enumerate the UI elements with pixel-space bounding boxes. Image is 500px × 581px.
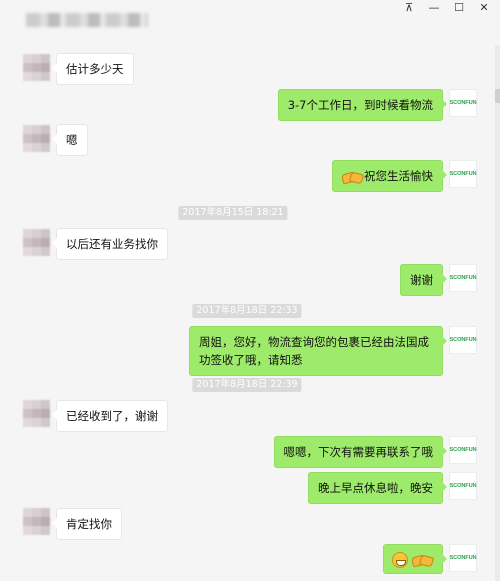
avatar-label: SCONFUN <box>449 483 477 489</box>
handshake-emoji-icon <box>342 171 362 183</box>
self-avatar[interactable]: SCONFUN <box>449 436 477 464</box>
self-avatar[interactable]: SCONFUN <box>449 160 477 188</box>
contact-avatar[interactable] <box>23 400 50 427</box>
message-text: 谢谢 <box>410 273 433 287</box>
timestamp: 2017年8月18日 22:39 <box>192 378 302 392</box>
message-text: 周姐，您好，物流查询您的包裹已经由法国成功签收了哦，请知悉 <box>199 335 429 367</box>
maximize-icon[interactable]: ☐ <box>446 0 472 16</box>
contact-avatar[interactable] <box>23 125 50 152</box>
handshake-emoji-icon <box>412 554 432 566</box>
message-text: 以后还有业务找你 <box>66 237 158 251</box>
message-text: 肯定找你 <box>66 517 112 531</box>
self-avatar[interactable]: SCONFUN <box>449 544 477 572</box>
avatar-label: SCONFUN <box>449 275 477 281</box>
avatar-label: SCONFUN <box>449 171 477 177</box>
message-text: 嗯嗯，下次有需要再联系了哦 <box>283 445 434 459</box>
self-avatar[interactable]: SCONFUN <box>449 89 477 117</box>
minimize-icon[interactable]: — <box>421 0 447 16</box>
message-outgoing[interactable]: 祝您生活愉快 <box>332 160 447 192</box>
message-text: 已经收到了，谢谢 <box>66 409 158 423</box>
message-outgoing[interactable] <box>383 544 447 574</box>
contact-avatar[interactable] <box>23 54 50 81</box>
message-incoming[interactable]: 肯定找你 <box>52 508 122 540</box>
message-text: 估计多少天 <box>66 62 124 76</box>
message-outgoing[interactable]: 周姐，您好，物流查询您的包裹已经由法国成功签收了哦，请知悉 <box>189 326 447 376</box>
scrollbar[interactable] <box>495 45 500 581</box>
self-avatar[interactable]: SCONFUN <box>449 326 477 354</box>
contact-avatar[interactable] <box>23 229 50 256</box>
title-bar: ⊼ — ☐ ✕ <box>0 0 500 45</box>
timestamp: 2017年8月18日 22:33 <box>192 304 302 318</box>
message-outgoing[interactable]: 谢谢 <box>400 264 447 296</box>
message-incoming[interactable]: 嗯 <box>52 124 88 156</box>
avatar-label: SCONFUN <box>449 555 477 561</box>
grin-emoji-icon <box>392 551 409 568</box>
message-text: 嗯 <box>66 133 78 147</box>
message-text: 3-7个工作日，到时候看物流 <box>287 98 433 112</box>
self-avatar[interactable]: SCONFUN <box>449 472 477 500</box>
message-text: 祝您生活愉快 <box>364 169 433 183</box>
message-outgoing[interactable]: 3-7个工作日，到时候看物流 <box>277 89 448 121</box>
message-outgoing[interactable]: 晚上早点休息啦，晚安 <box>308 472 447 504</box>
message-text: 晚上早点休息啦，晚安 <box>318 481 433 495</box>
timestamp: 2017年8月15日 18:21 <box>178 206 288 220</box>
contact-name-blurred <box>26 13 148 27</box>
message-incoming[interactable]: 以后还有业务找你 <box>52 228 168 260</box>
avatar-label: SCONFUN <box>449 337 477 343</box>
pin-icon[interactable]: ⊼ <box>396 0 422 16</box>
self-avatar[interactable]: SCONFUN <box>449 264 477 292</box>
scrollbar-thumb[interactable] <box>495 89 500 103</box>
close-icon[interactable]: ✕ <box>471 0 497 16</box>
contact-avatar[interactable] <box>23 508 50 535</box>
message-incoming[interactable]: 已经收到了，谢谢 <box>52 400 168 432</box>
avatar-label: SCONFUN <box>449 100 477 106</box>
avatar-label: SCONFUN <box>449 447 477 453</box>
message-outgoing[interactable]: 嗯嗯，下次有需要再联系了哦 <box>273 436 447 468</box>
message-incoming[interactable]: 估计多少天 <box>52 53 134 85</box>
